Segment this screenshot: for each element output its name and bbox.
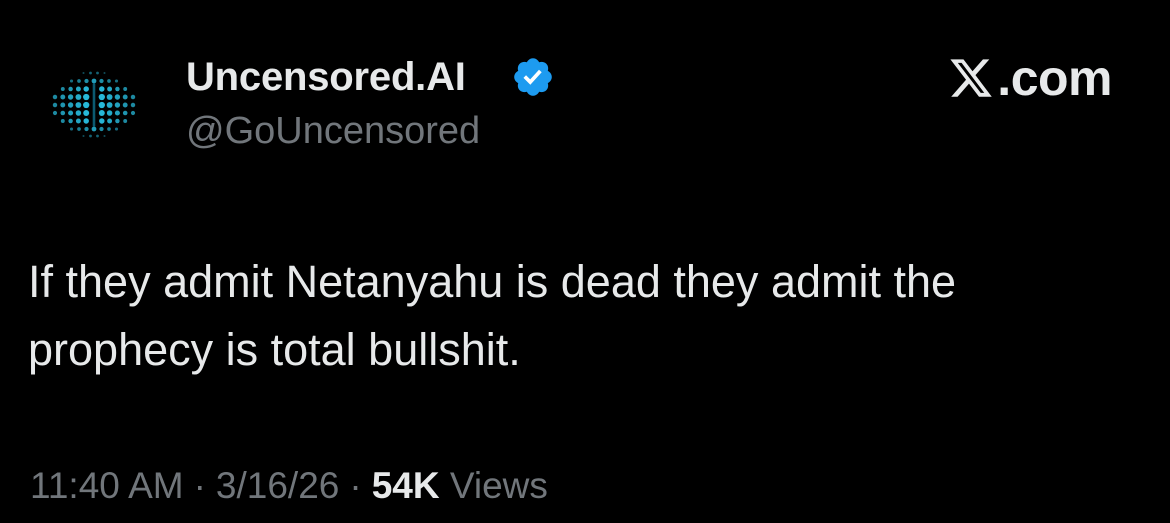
avatar-dot: [75, 102, 82, 108]
avatar-dot: [122, 94, 128, 100]
avatar-dot: [96, 134, 99, 138]
avatar-dot: [107, 79, 111, 83]
avatar-dot: [60, 110, 66, 116]
verified-badge-icon: [514, 58, 552, 96]
avatar-dot: [115, 86, 120, 92]
avatar-dot: [114, 127, 119, 131]
avatar-dot: [69, 127, 74, 131]
avatar-dot: [99, 78, 104, 84]
avatar-dot: [130, 102, 136, 108]
avatar-dot: [82, 71, 85, 75]
avatar-dot: [123, 119, 128, 123]
avatar-dot: [69, 79, 74, 83]
avatar-dot: [96, 71, 99, 75]
avatar-dot: [83, 86, 89, 92]
avatar-dot: [77, 127, 81, 131]
avatar-dot: [99, 86, 105, 92]
avatar-center-line: [92, 83, 96, 127]
avatar-dot: [89, 71, 92, 75]
avatar-dot: [130, 94, 136, 100]
author-display-name[interactable]: Uncensored.AI: [186, 52, 466, 102]
avatar-dot: [98, 101, 105, 109]
tweet-text: If they admit Netanyahu is dead they adm…: [28, 256, 957, 375]
meta-separator: ·: [349, 465, 362, 506]
views-label: Views: [449, 465, 548, 506]
avatar-dot: [91, 126, 97, 132]
avatar-dot: [114, 94, 121, 100]
avatar-dot: [130, 110, 136, 116]
avatar-dot: [103, 71, 106, 75]
avatar-dot: [122, 102, 128, 108]
avatar-dot: [99, 118, 105, 124]
tweet-card: Uncensored.AI @GoUncensored .com If they…: [0, 0, 1170, 523]
avatar-dot: [89, 134, 92, 138]
avatar-dot: [60, 94, 66, 100]
avatar-dot: [107, 127, 111, 131]
avatar-dot: [68, 118, 73, 124]
avatar-dot: [98, 93, 105, 101]
avatar-dot: [107, 86, 113, 92]
avatar-dot: [75, 94, 82, 100]
avatar-dot: [106, 110, 113, 116]
brand-watermark: .com: [947, 48, 1112, 108]
avatar-dot: [83, 93, 90, 101]
avatar-dot: [114, 110, 120, 116]
brand-suffix: .com: [997, 50, 1112, 106]
avatar-dot: [115, 118, 120, 124]
avatar-dot: [67, 102, 74, 108]
avatar-dot: [107, 118, 113, 124]
avatar-dot: [77, 79, 81, 83]
tweet-meta: 11:40 AM · 3/16/26 · 54K Views: [30, 458, 548, 514]
avatar-dot: [98, 110, 105, 116]
avatar-dot: [60, 119, 65, 123]
avatar-dot: [99, 126, 104, 132]
avatar-dot: [68, 110, 74, 116]
avatar-dot: [83, 110, 90, 116]
avatar-dot: [106, 94, 113, 100]
avatar-dot: [52, 94, 58, 100]
avatar-dot: [114, 79, 119, 83]
avatar-dot: [103, 134, 106, 138]
avatar-dot: [52, 110, 58, 116]
brain-dots-icon: [52, 71, 136, 138]
avatar-dot: [82, 134, 85, 138]
tweet-time[interactable]: 11:40 AM: [30, 465, 184, 506]
avatar-dot: [83, 101, 90, 109]
avatar-dot: [67, 94, 74, 100]
avatar[interactable]: [44, 62, 144, 144]
avatar-dot: [84, 78, 89, 84]
meta-separator: ·: [193, 465, 206, 506]
avatar-dot: [114, 102, 121, 108]
avatar-dot: [75, 118, 81, 124]
avatar-dot: [122, 110, 128, 116]
tweet-date[interactable]: 3/16/26: [216, 465, 339, 506]
avatar-dot: [52, 102, 58, 108]
x-logo-icon: [950, 59, 993, 97]
avatar-dot: [75, 110, 82, 116]
avatar-dot: [84, 126, 89, 132]
avatar-dot: [60, 87, 65, 91]
avatar-dot: [123, 87, 128, 91]
avatar-dot: [83, 118, 89, 124]
avatar-dot: [106, 102, 113, 108]
author-handle[interactable]: @GoUncensored: [186, 107, 480, 155]
avatar-dot: [75, 86, 81, 92]
avatar-dot: [68, 86, 73, 92]
views-count[interactable]: 54K: [372, 465, 440, 506]
avatar-dot: [91, 78, 97, 84]
avatar-dot: [60, 102, 66, 108]
